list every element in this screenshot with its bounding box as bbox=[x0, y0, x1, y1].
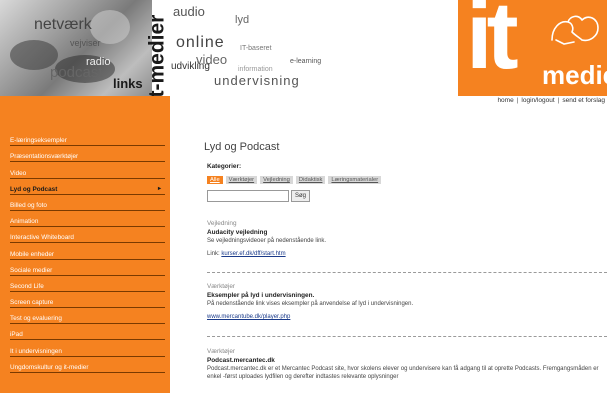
sidebar-item-animation[interactable]: Animation bbox=[10, 211, 165, 228]
sidebar-item-lyd-og-podcast[interactable]: Lyd og Podcast ▸ bbox=[10, 179, 165, 195]
page-title: Lyd og Podcast bbox=[204, 141, 280, 153]
cloud-word-elearning: e-learning bbox=[290, 58, 322, 65]
entry-divider bbox=[207, 272, 607, 273]
sidebar-item-label: Test og evaluering bbox=[10, 315, 62, 323]
tab-vaerktoejer[interactable]: Værktøjer bbox=[225, 176, 258, 184]
logo-medier: medie bbox=[542, 60, 607, 90]
sidebar-item-e-laeringseksempler[interactable]: E-læringseksempler bbox=[10, 130, 165, 147]
sidebar-item-it-i-undervisningen[interactable]: It i undervisningen bbox=[10, 340, 165, 357]
sidebar-item-label: E-læringseksempler bbox=[10, 137, 67, 145]
sidebar-item-ungdomskultur[interactable]: Ungdomskultur og it-medier bbox=[10, 357, 165, 373]
tab-vejledning[interactable]: Vejledning bbox=[260, 176, 293, 184]
sidebar-item-label: Billed og foto bbox=[10, 201, 47, 209]
banner-word-vejviser: vejviser bbox=[70, 38, 101, 48]
sidebar-item-test-og-evaluering[interactable]: Test og evaluering bbox=[10, 308, 165, 325]
vertical-site-title: it-medier bbox=[145, 14, 168, 96]
search-input[interactable] bbox=[207, 190, 289, 202]
sidebar-item-label: Lyd og Podcast bbox=[10, 185, 58, 193]
cloud-word-undervisning: undervisning bbox=[214, 73, 300, 88]
entry-link-row: Link: kurser.ef.dk/dff/start.htm bbox=[207, 251, 607, 257]
cloud-word-online: online bbox=[176, 34, 225, 51]
sidebar-item-ipad[interactable]: iPad bbox=[10, 324, 165, 341]
sidebar: E-læringseksempler Præsentationsværktøje… bbox=[0, 96, 170, 393]
sidebar-item-label: Mobile enheder bbox=[10, 250, 55, 258]
sidebar-item-label: Video bbox=[10, 169, 27, 177]
sidebar-menu: E-læringseksempler Præsentationsværktøje… bbox=[10, 130, 165, 373]
logo-box: it medie bbox=[458, 0, 607, 96]
sidebar-item-label: Second Life bbox=[10, 282, 44, 290]
entry-link-row: www.mercantube.dk/player.php bbox=[207, 314, 607, 320]
cloud-word-lyd: lyd bbox=[235, 14, 250, 26]
sidebar-item-mobile-enheder[interactable]: Mobile enheder bbox=[10, 243, 165, 260]
entry-title: Audacity vejledning bbox=[207, 229, 268, 236]
entry-link[interactable]: www.mercantube.dk/player.php bbox=[207, 314, 290, 320]
hands-logo-icon bbox=[551, 15, 599, 45]
sidebar-item-label: Screen capture bbox=[10, 299, 54, 307]
main-content: Lyd og Podcast Kategorier: Alle Værktøje… bbox=[192, 96, 607, 393]
resource-entry: Værktøjer Podcast.mercantec.dk Podcast.m… bbox=[207, 348, 607, 381]
sidebar-item-billed-og-foto[interactable]: Billed og foto bbox=[10, 195, 165, 211]
entry-link-prefix: Link: bbox=[207, 251, 222, 258]
tab-alle[interactable]: Alle bbox=[207, 176, 223, 184]
entry-divider bbox=[207, 336, 607, 337]
sidebar-item-praesentationsvaerktoejer[interactable]: Præsentationsværktøjer bbox=[10, 146, 165, 163]
logo-it: it bbox=[466, 0, 519, 89]
sidebar-item-screen-capture[interactable]: Screen capture bbox=[10, 292, 165, 309]
entry-description: Podcast.mercantec.dk er et Mercantec Pod… bbox=[207, 366, 599, 381]
tab-laeringsmaterialer[interactable]: Læringsmaterialer bbox=[328, 176, 382, 184]
sidebar-item-video[interactable]: Video bbox=[10, 162, 165, 179]
search-button[interactable]: Søg bbox=[291, 190, 311, 202]
sidebar-item-label: Præsentationsværktøjer bbox=[10, 153, 79, 161]
banner-word-podcast: podcast bbox=[50, 64, 103, 81]
sidebar-item-label: Interactive Whiteboard bbox=[10, 234, 74, 242]
entry-description: Se vejledningsvideoer på nedenstående li… bbox=[207, 238, 327, 244]
cloud-word-udvikling: udvikling bbox=[171, 61, 210, 72]
banner-photo: netværk vejviser radio podcast links bbox=[0, 0, 152, 96]
banner-word-links: links bbox=[113, 76, 143, 91]
entry-title: Podcast.mercantec.dk bbox=[207, 357, 275, 364]
search-row: Søg bbox=[207, 190, 311, 202]
sidebar-item-label: Ungdomskultur og it-medier bbox=[10, 363, 89, 371]
entry-category: Vejledning bbox=[207, 220, 237, 227]
entry-category: Værktøjer bbox=[207, 348, 236, 355]
entry-description: På nedenstående link vises eksempler på … bbox=[207, 301, 414, 307]
sidebar-item-label: It i undervisningen bbox=[10, 347, 62, 355]
banner-word-network: netværk bbox=[34, 16, 92, 33]
sidebar-item-second-life[interactable]: Second Life bbox=[10, 276, 165, 292]
cloud-word-audio: audio bbox=[173, 4, 205, 19]
sidebar-item-label: Sociale medier bbox=[10, 266, 53, 274]
active-arrow-icon: ▸ bbox=[157, 185, 161, 192]
entry-title: Eksempler på lyd i undervisningen. bbox=[207, 292, 315, 299]
cloud-word-it-baseret: IT-baseret bbox=[240, 45, 272, 52]
sidebar-item-sociale-medier[interactable]: Sociale medier bbox=[10, 260, 165, 276]
sidebar-item-interactive-whiteboard[interactable]: Interactive Whiteboard bbox=[10, 227, 165, 244]
sidebar-item-label: Animation bbox=[10, 218, 39, 226]
entry-link[interactable]: kurser.ef.dk/dff/start.htm bbox=[221, 251, 285, 257]
site-banner: netværk vejviser radio podcast links it-… bbox=[0, 0, 607, 96]
resource-entry: Værktøjer Eksempler på lyd i undervisnin… bbox=[207, 283, 607, 320]
cloud-word-information: information bbox=[238, 66, 273, 73]
categories-label: Kategorier: bbox=[207, 163, 242, 170]
resource-entry: Vejledning Audacity vejledning Se vejled… bbox=[207, 220, 607, 257]
category-tabs: Alle Værktøjer Vejledning Didaktisk Læri… bbox=[207, 176, 382, 184]
sidebar-item-label: iPad bbox=[10, 331, 23, 339]
tab-didaktisk[interactable]: Didaktisk bbox=[295, 176, 326, 184]
entry-category: Værktøjer bbox=[207, 283, 236, 290]
